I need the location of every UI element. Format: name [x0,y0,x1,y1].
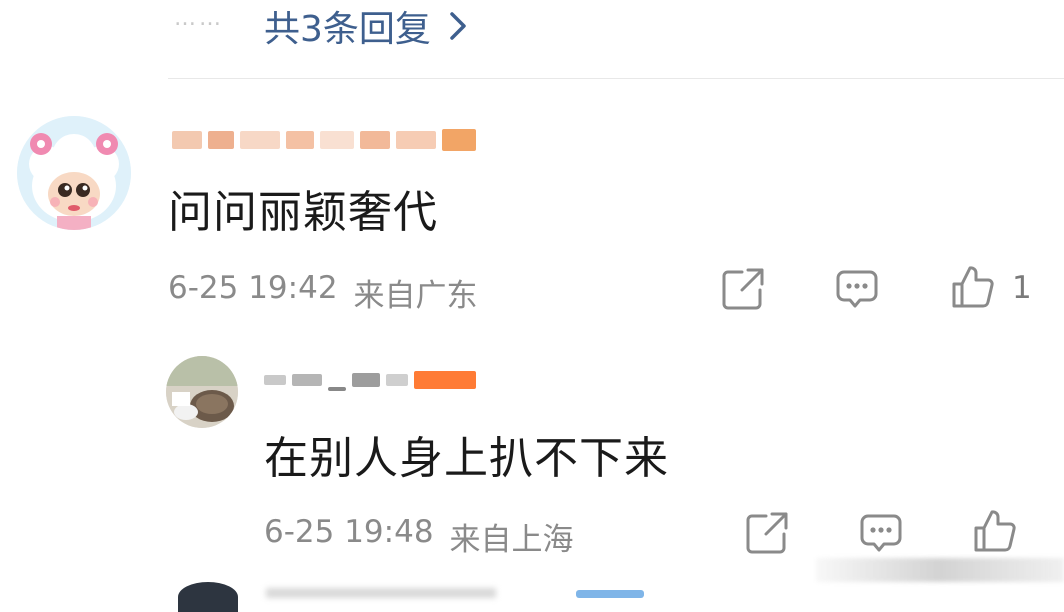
comment-meta: 6-25 19:42 来自广东 [168,270,478,315]
reply-avatar[interactable] [166,356,238,428]
avatar-photo-image [166,356,238,428]
avatar-sheep-image [17,116,131,230]
next-comment-avatar[interactable] [178,582,238,612]
reply-location: 来自上海 [449,522,574,558]
chevron-right-icon [450,12,466,40]
comment-icon[interactable] [858,510,904,556]
reply-text: 在别人身上扒不下来 [264,433,669,484]
like-count: 1 [1012,270,1032,306]
comment-text: 问问丽颖奢代 [168,187,438,238]
comment-time: 6-25 19:42 [168,270,338,306]
next-comment-badge [576,590,644,598]
reply-username-blurred[interactable] [264,358,476,402]
divider [168,78,1064,79]
avatar[interactable] [17,116,131,230]
reply-meta: 6-25 19:48 来自上海 [264,514,574,559]
user-badge [414,371,476,389]
thumbs-up-icon[interactable] [950,264,996,310]
replies-label: 共3条回复 [264,9,431,50]
ellipsis-dots: …… [174,6,224,31]
share-icon[interactable] [720,266,766,312]
comment-location: 来自广东 [353,278,478,314]
view-replies-link[interactable]: 共3条回复 [264,0,467,52]
watermark-blur [816,558,1064,582]
reply-time: 6-25 19:48 [264,514,434,550]
comment-icon[interactable] [834,266,880,312]
thumbs-up-icon[interactable] [972,508,1018,554]
next-comment-username-blurred [266,588,496,598]
username-blurred[interactable] [172,118,476,162]
share-icon[interactable] [744,510,790,556]
